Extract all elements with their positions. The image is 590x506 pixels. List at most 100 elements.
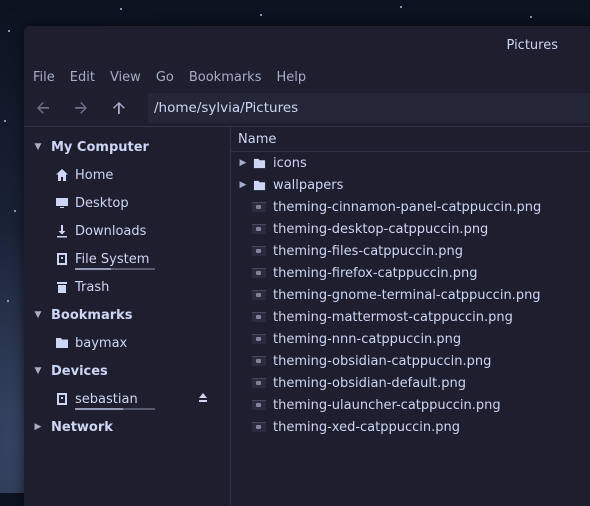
folder-icon <box>55 336 69 350</box>
file-name: theming-desktop-catppuccin.png <box>273 221 489 237</box>
arrow-left-icon <box>37 102 49 114</box>
file-row[interactable]: theming-mattermost-catppuccin.png <box>231 306 590 328</box>
sidebar-item-trash[interactable]: Trash <box>24 273 230 301</box>
image-thumbnail-icon <box>251 222 267 236</box>
disk-usage-bar <box>75 408 155 410</box>
menu-view[interactable]: View <box>110 70 141 85</box>
sidebar-item-sebastian[interactable]: sebastian <box>24 385 230 413</box>
sidebar-item-downloads[interactable]: Downloads <box>24 217 230 245</box>
file-name: theming-xed-catppuccin.png <box>273 419 461 435</box>
file-name: theming-ulauncher-catppuccin.png <box>273 397 501 413</box>
file-name: theming-obsidian-catppuccin.png <box>273 353 492 369</box>
file-row[interactable]: theming-files-catppuccin.png <box>231 240 590 262</box>
chevron-right-icon: ▶ <box>34 422 42 432</box>
arrow-up-icon <box>113 102 125 114</box>
image-thumbnail-icon <box>251 310 267 324</box>
menu-bookmarks[interactable]: Bookmarks <box>189 70 262 85</box>
window-title: Pictures <box>506 38 558 53</box>
file-name: theming-nnn-catppuccin.png <box>273 331 462 347</box>
file-row[interactable]: theming-xed-catppuccin.png <box>231 416 590 438</box>
back-button[interactable] <box>24 93 62 123</box>
column-header-name[interactable]: Name <box>231 127 590 152</box>
menu-help[interactable]: Help <box>276 70 306 85</box>
download-icon <box>55 224 69 238</box>
arrow-right-icon <box>75 102 87 114</box>
image-thumbnail-icon <box>251 420 267 434</box>
folder-row[interactable]: ▶ icons <box>231 152 590 174</box>
file-name: wallpapers <box>273 177 344 193</box>
file-row[interactable]: theming-firefox-catppuccin.png <box>231 262 590 284</box>
sidebar-item-label: Desktop <box>75 195 129 211</box>
chevron-down-icon: ▼ <box>34 142 42 152</box>
sidebar-item-label: baymax <box>75 335 128 351</box>
sidebar-item-label: File System <box>75 251 150 267</box>
sidebar-item-desktop[interactable]: Desktop <box>24 189 230 217</box>
chevron-down-icon: ▼ <box>34 310 42 320</box>
file-manager-window: Pictures File Edit View Go Bookmarks Hel… <box>24 26 590 506</box>
sidebar-item-label: Home <box>75 167 114 183</box>
drive-icon <box>55 252 69 266</box>
sidebar-item-file-system[interactable]: File System <box>24 245 230 273</box>
location-path: /home/sylvia/Pictures <box>154 100 299 116</box>
menu-file[interactable]: File <box>33 70 55 85</box>
file-row[interactable]: theming-obsidian-default.png <box>231 372 590 394</box>
image-thumbnail-icon <box>251 200 267 214</box>
folder-icon <box>251 156 267 170</box>
menu-edit[interactable]: Edit <box>70 70 95 85</box>
file-name: theming-files-catppuccin.png <box>273 243 464 259</box>
image-thumbnail-icon <box>251 266 267 280</box>
file-name: icons <box>273 155 307 171</box>
location-bar[interactable]: /home/sylvia/Pictures <box>148 93 590 123</box>
file-row[interactable]: theming-cinnamon-panel-catppuccin.png <box>231 196 590 218</box>
drive-icon <box>55 392 69 406</box>
eject-icon[interactable] <box>198 392 208 404</box>
sidebar-item-baymax[interactable]: baymax <box>24 329 230 357</box>
sidebar-item-label: sebastian <box>75 391 138 407</box>
menu-go[interactable]: Go <box>156 70 174 85</box>
sidebar-section-bookmarks[interactable]: ▼ Bookmarks <box>24 301 230 329</box>
file-row[interactable]: theming-nnn-catppuccin.png <box>231 328 590 350</box>
sidebar-section-label: My Computer <box>51 139 149 155</box>
folder-icon <box>251 178 267 192</box>
file-row[interactable]: theming-gnome-terminal-catppuccin.png <box>231 284 590 306</box>
file-name: theming-cinnamon-panel-catppuccin.png <box>273 199 542 215</box>
disk-usage-bar <box>75 268 155 270</box>
folder-row[interactable]: ▶ wallpapers <box>231 174 590 196</box>
file-name: theming-obsidian-default.png <box>273 375 467 391</box>
file-name: theming-mattermost-catppuccin.png <box>273 309 513 325</box>
image-thumbnail-icon <box>251 354 267 368</box>
image-thumbnail-icon <box>251 376 267 390</box>
sidebar-section-devices[interactable]: ▼ Devices <box>24 357 230 385</box>
sidebar-section-label: Devices <box>51 363 108 379</box>
sidebar-section-my-computer[interactable]: ▼ My Computer <box>24 133 230 161</box>
image-thumbnail-icon <box>251 398 267 412</box>
file-name: theming-firefox-catppuccin.png <box>273 265 478 281</box>
sidebar-item-label: Trash <box>75 279 110 295</box>
title-bar[interactable]: Pictures <box>24 26 590 64</box>
sidebar-section-label: Bookmarks <box>51 307 133 323</box>
expander-icon[interactable]: ▶ <box>238 158 248 168</box>
trash-icon <box>55 280 69 294</box>
desktop-icon <box>55 196 69 210</box>
image-thumbnail-icon <box>251 332 267 346</box>
file-row[interactable]: theming-obsidian-catppuccin.png <box>231 350 590 372</box>
file-list: Name ▶ icons ▶ wallpapers theming-cinnamon-p… <box>231 127 590 506</box>
column-header-label: Name <box>238 131 277 147</box>
sidebar-item-label: Downloads <box>75 223 147 239</box>
toolbar: /home/sylvia/Pictures <box>24 90 590 127</box>
up-button[interactable] <box>100 93 138 123</box>
file-name: theming-gnome-terminal-catppuccin.png <box>273 287 541 303</box>
file-row[interactable]: theming-ulauncher-catppuccin.png <box>231 394 590 416</box>
image-thumbnail-icon <box>251 244 267 258</box>
chevron-down-icon: ▼ <box>34 366 42 376</box>
sidebar: ▼ My Computer Home Desktop Downloads Fil… <box>24 127 231 506</box>
forward-button[interactable] <box>62 93 100 123</box>
sidebar-item-home[interactable]: Home <box>24 161 230 189</box>
image-thumbnail-icon <box>251 288 267 302</box>
expander-icon[interactable]: ▶ <box>238 180 248 190</box>
menu-bar: File Edit View Go Bookmarks Help <box>24 64 590 90</box>
sidebar-section-network[interactable]: ▶ Network <box>24 413 230 441</box>
sidebar-section-label: Network <box>51 419 113 435</box>
home-icon <box>55 168 69 182</box>
file-row[interactable]: theming-desktop-catppuccin.png <box>231 218 590 240</box>
